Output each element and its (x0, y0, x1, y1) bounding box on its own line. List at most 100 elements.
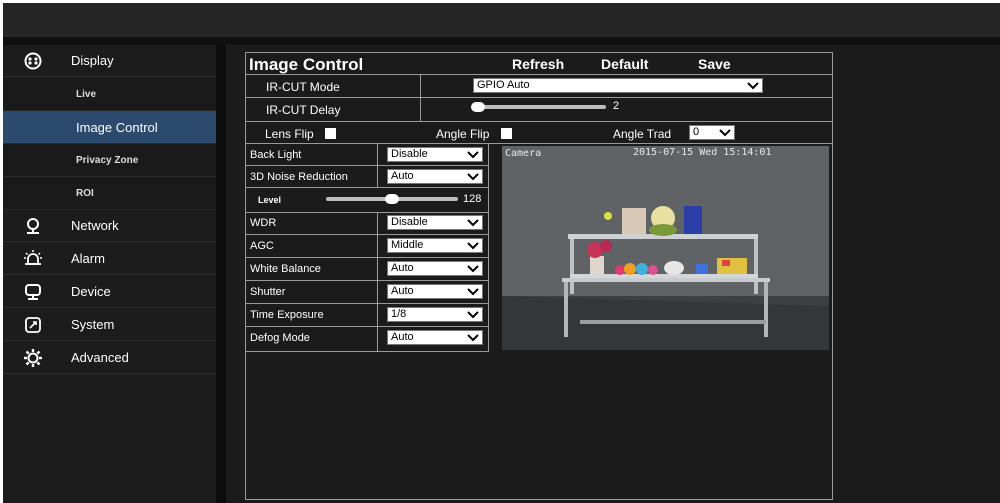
sidebar-item-label: Advanced (71, 350, 129, 365)
sidebar-sub-privacy-zone[interactable]: Privacy Zone (3, 144, 216, 177)
chevron-down-icon (718, 127, 732, 138)
column-divider (377, 212, 378, 351)
sidebar-item-display[interactable]: Display (3, 45, 216, 77)
ircut-delay-value: 2 (613, 100, 620, 112)
row-divider (245, 143, 833, 144)
row-divider (245, 326, 489, 327)
row-divider (245, 303, 489, 304)
row-divider (245, 351, 489, 352)
page-title: Image Control (249, 55, 364, 74)
ircut-delay-slider-handle[interactable] (471, 102, 485, 112)
row-divider (245, 212, 489, 213)
shutter-label: Shutter (250, 286, 286, 298)
shutter-value: Auto (391, 285, 414, 297)
sidebar-item-network[interactable]: Network (3, 210, 216, 242)
sidebar-item-system[interactable]: System (3, 309, 216, 341)
network-icon (23, 216, 43, 236)
time-exposure-value: 1/8 (391, 308, 407, 320)
angle-trad-select[interactable]: 0 (689, 125, 735, 140)
chevron-down-icon (466, 286, 480, 297)
lens-flip-label: Lens Flip (265, 127, 314, 141)
row-divider (245, 97, 833, 98)
sidebar-item-device[interactable]: Device (3, 276, 216, 308)
advanced-icon (23, 348, 43, 368)
wdr-label: WDR (250, 217, 277, 229)
row-divider (245, 187, 489, 188)
display-icon (23, 51, 43, 71)
sidebar-sub-label: ROI (76, 187, 94, 199)
sidebar-item-label: System (71, 317, 115, 332)
row-divider (245, 165, 489, 166)
defog-mode-value: Auto (391, 331, 414, 343)
ircut-delay-label: IR-CUT Delay (266, 103, 341, 117)
system-icon (23, 315, 43, 335)
device-icon (23, 282, 43, 302)
ircut-mode-value: GPIO Auto (477, 79, 530, 91)
back-light-value: Disable (391, 148, 428, 160)
sidebar-item-alarm[interactable]: Alarm (3, 243, 216, 275)
defog-mode-label: Defog Mode (250, 332, 310, 344)
row-divider (245, 280, 489, 281)
back-light-select[interactable]: Disable (387, 147, 483, 162)
top-divider (3, 37, 1000, 45)
agc-value: Middle (391, 239, 424, 251)
defog-mode-select[interactable]: Auto (387, 330, 483, 345)
sidebar-item-label: Device (71, 284, 111, 299)
noise-reduction-label: 3D Noise Reduction (250, 171, 348, 183)
sidebar-item-label: Display (71, 53, 114, 68)
chevron-down-icon (466, 240, 480, 251)
row-divider (245, 257, 489, 258)
sidebar-sub-label: Live (76, 88, 97, 100)
angle-flip-checkbox[interactable] (501, 128, 512, 139)
sidebar-sub-image-control[interactable]: Image Control (3, 111, 216, 144)
wdr-select[interactable]: Disable (387, 215, 483, 230)
chevron-down-icon (466, 332, 480, 343)
time-exposure-select[interactable]: 1/8 (387, 307, 483, 322)
sidebar: Display Live Image Control Privacy Zone … (3, 45, 216, 503)
white-balance-value: Auto (391, 262, 414, 274)
sidebar-item-advanced[interactable]: Advanced (3, 342, 216, 374)
noise-reduction-select[interactable]: Auto (387, 169, 483, 184)
alarm-icon (23, 249, 43, 269)
level-value: 128 (463, 193, 482, 205)
row-divider (245, 121, 833, 122)
chevron-down-icon (466, 217, 480, 228)
sidebar-divider (216, 45, 226, 503)
row-divider (245, 74, 833, 75)
row-divider (245, 234, 489, 235)
chevron-down-icon (466, 171, 480, 182)
chevron-down-icon (466, 309, 480, 320)
sidebar-sub-roi[interactable]: ROI (3, 177, 216, 210)
back-light-label: Back Light (250, 149, 302, 161)
camera-osd-timestamp: 2015-07-15 Wed 15:14:01 (633, 147, 772, 158)
camera-scene (502, 146, 829, 350)
time-exposure-label: Time Exposure (250, 309, 324, 321)
shutter-select[interactable]: Auto (387, 284, 483, 299)
chevron-down-icon (746, 80, 760, 91)
sidebar-item-label: Alarm (71, 251, 105, 266)
noise-reduction-value: Auto (391, 170, 414, 182)
agc-label: AGC (250, 240, 274, 252)
level-label: Level (258, 195, 282, 205)
angle-flip-label: Angle Flip (436, 127, 490, 141)
settings-right-border (488, 143, 489, 351)
video-preview[interactable]: Camera 2015-07-15 Wed 15:14:01 (502, 146, 829, 350)
lens-flip-checkbox[interactable] (325, 128, 336, 139)
ircut-mode-label: IR-CUT Mode (266, 80, 340, 94)
agc-select[interactable]: Middle (387, 238, 483, 253)
sidebar-sub-live[interactable]: Live (3, 78, 216, 111)
ircut-mode-select[interactable]: GPIO Auto (473, 78, 763, 93)
default-button[interactable]: Default (601, 56, 648, 72)
top-bar (3, 3, 1000, 37)
camera-osd-label: Camera (505, 148, 542, 159)
refresh-button[interactable]: Refresh (512, 56, 564, 72)
chevron-down-icon (466, 149, 480, 160)
sidebar-sub-label: Privacy Zone (76, 154, 139, 166)
level-slider-handle[interactable] (385, 194, 399, 204)
white-balance-select[interactable]: Auto (387, 261, 483, 276)
sidebar-item-label: Network (71, 218, 119, 233)
save-button[interactable]: Save (698, 56, 731, 72)
angle-trad-value: 0 (693, 126, 700, 138)
ircut-delay-slider-track[interactable] (478, 105, 606, 109)
angle-trad-label: Angle Trad (613, 127, 672, 141)
